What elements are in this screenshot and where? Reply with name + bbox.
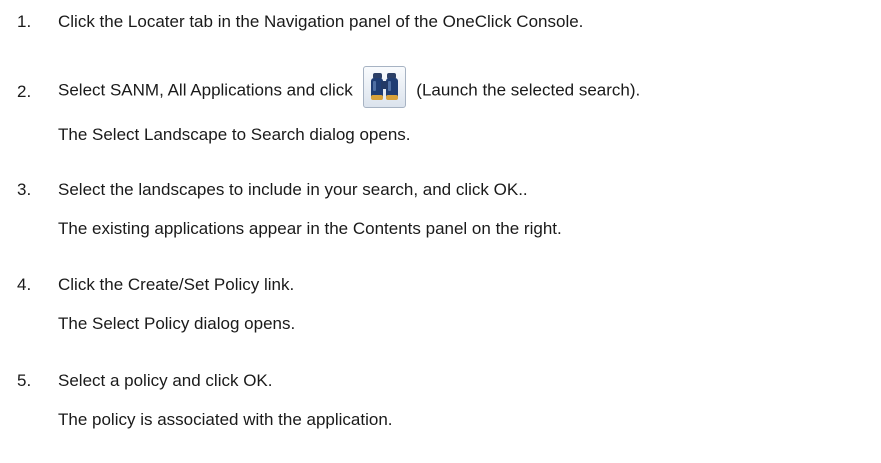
step-3-text: Select the landscapes to include in your…: [58, 180, 528, 199]
step-3-result: The existing applications appear in the …: [58, 219, 562, 238]
step-2-result: The Select Landscape to Search dialog op…: [58, 125, 411, 144]
step-4-number: 4.: [17, 275, 32, 294]
step-2-line: Select SANM, All Applications and click …: [58, 66, 641, 112]
step-1-number: 1.: [17, 12, 32, 31]
procedure-steps: 1. Click the Locater tab in the Navigati…: [0, 0, 881, 463]
step-5-number: 5.: [17, 371, 32, 390]
step-3-number: 3.: [17, 180, 32, 199]
step-1-text: Click the Locater tab in the Navigation …: [58, 12, 584, 31]
step-4-result: The Select Policy dialog opens.: [58, 314, 296, 333]
binoculars-icon: [362, 66, 406, 108]
step-2-text-after: (Launch the selected search).: [416, 80, 641, 100]
step-4-text: Click the Create/Set Policy link.: [58, 275, 295, 294]
step-5-result: The policy is associated with the applic…: [58, 410, 393, 429]
step-2-text-before: Select SANM, All Applications and click: [58, 80, 353, 100]
step-2-number: 2.: [17, 82, 32, 101]
step-5-text: Select a policy and click OK.: [58, 371, 273, 390]
